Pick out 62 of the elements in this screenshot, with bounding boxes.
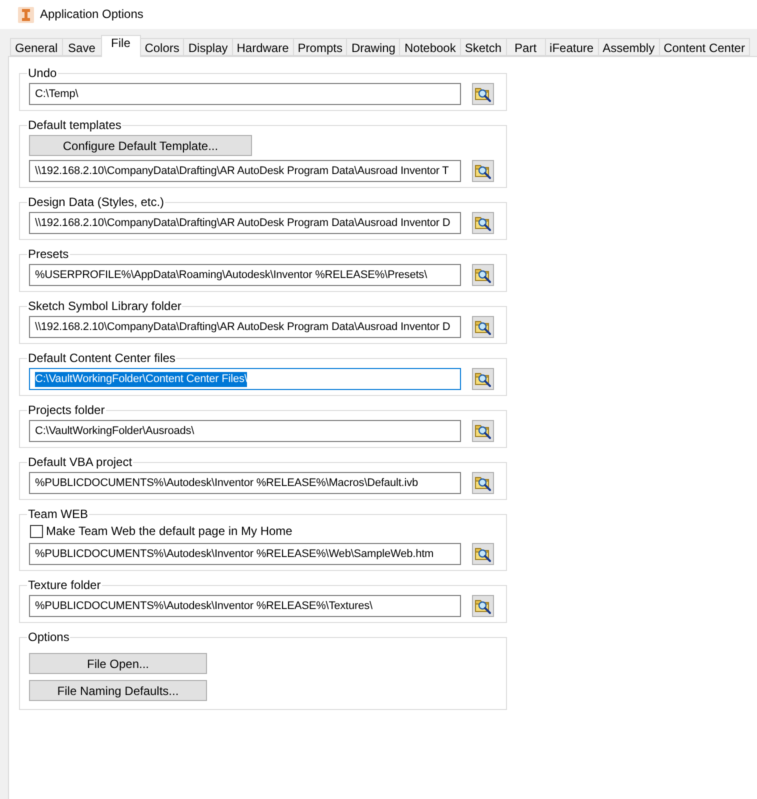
tab[interactable]: Part — [506, 38, 546, 56]
group-title: Default VBA project — [27, 455, 134, 469]
app-logo-icon — [18, 6, 34, 22]
checkbox-label: Make Team Web the default page in My Home — [46, 524, 292, 539]
tab[interactable]: iFeature — [544, 38, 599, 56]
path-field[interactable]: %PUBLICDOCUMENTS%\Autodesk\Inventor %RELEASE%\Textures\ — [29, 595, 461, 617]
path-field[interactable]: C:\VaultWorkingFolder\Ausroads\ — [29, 420, 461, 442]
path-field[interactable]: %PUBLICDOCUMENTS%\Autodesk\Inventor %RELEASE%\Macros\Default.ivb — [29, 472, 461, 494]
tab[interactable]: Content Center — [658, 38, 750, 56]
group-title: Team WEB — [27, 507, 90, 521]
group-title: Default templates — [27, 118, 122, 132]
tab[interactable]: Sketch — [460, 38, 507, 56]
group-title: Sketch Symbol Library folder — [27, 299, 182, 313]
folder-search-icon — [475, 423, 491, 439]
group-title: Texture folder — [27, 578, 102, 592]
tab[interactable]: Save — [62, 38, 102, 56]
folder-search-icon — [475, 163, 491, 179]
folder-search-icon — [475, 371, 491, 387]
path-field[interactable]: \\192.168.2.10\CompanyData\Drafting\AR AutoDesk Program Data\Ausroad Inventor D — [29, 212, 461, 234]
browse-button[interactable] — [472, 212, 494, 234]
path-field[interactable]: %USERPROFILE%\AppData\Roaming\Autodesk\Inventor %RELEASE%\Presets\ — [29, 264, 461, 286]
path-field[interactable]: C:\VaultWorkingFolder\Content Center Files\ — [29, 368, 461, 390]
group-title: Default Content Center files — [27, 351, 176, 365]
folder-search-icon — [475, 86, 491, 102]
tab[interactable]: Notebook — [399, 38, 461, 56]
tab[interactable]: General — [10, 38, 63, 56]
browse-button[interactable] — [472, 83, 494, 105]
path-field[interactable]: \\192.168.2.10\CompanyData\Drafting\AR AutoDesk Program Data\Ausroad Inventor D — [29, 316, 461, 338]
path-field[interactable]: \\192.168.2.10\CompanyData\Drafting\AR AutoDesk Program Data\Ausroad Inventor T — [29, 160, 461, 182]
folder-search-icon — [475, 319, 491, 335]
browse-button[interactable] — [472, 472, 494, 494]
tab[interactable]: Display — [183, 38, 233, 56]
browse-button[interactable] — [472, 316, 494, 338]
group-title: Undo — [27, 66, 58, 80]
tab[interactable]: Colors — [140, 38, 184, 56]
folder-search-icon — [475, 215, 491, 231]
browse-button[interactable] — [472, 264, 494, 286]
checkbox[interactable] — [30, 525, 43, 538]
group-title: Options — [27, 630, 70, 644]
group-title: Projects folder — [27, 403, 106, 417]
folder-search-icon — [475, 475, 491, 491]
folder-search-icon — [475, 546, 491, 562]
browse-button[interactable] — [472, 420, 494, 442]
tab[interactable]: File — [100, 35, 141, 57]
browse-button[interactable] — [472, 543, 494, 565]
group-title: Design Data (Styles, etc.) — [27, 195, 166, 209]
browse-button[interactable] — [472, 160, 494, 182]
browse-button[interactable] — [472, 595, 494, 617]
browse-button[interactable] — [472, 368, 494, 390]
tab[interactable]: Hardware — [232, 38, 294, 56]
path-field[interactable]: C:\Temp\ — [29, 83, 461, 105]
tab[interactable]: Prompts — [292, 38, 348, 56]
tab[interactable]: Assembly — [598, 38, 660, 56]
tab[interactable]: Drawing — [346, 38, 400, 56]
path-field[interactable]: %PUBLICDOCUMENTS%\Autodesk\Inventor %RELEASE%\Web\SampleWeb.htm — [29, 543, 461, 565]
window-title: Application Options — [40, 7, 144, 22]
folder-search-icon — [475, 267, 491, 283]
action-button[interactable]: Configure Default Template... — [29, 135, 252, 156]
folder-search-icon — [475, 598, 491, 614]
action-button[interactable]: File Naming Defaults... — [29, 680, 207, 701]
action-button[interactable]: File Open... — [29, 653, 207, 674]
group-title: Presets — [27, 247, 70, 261]
